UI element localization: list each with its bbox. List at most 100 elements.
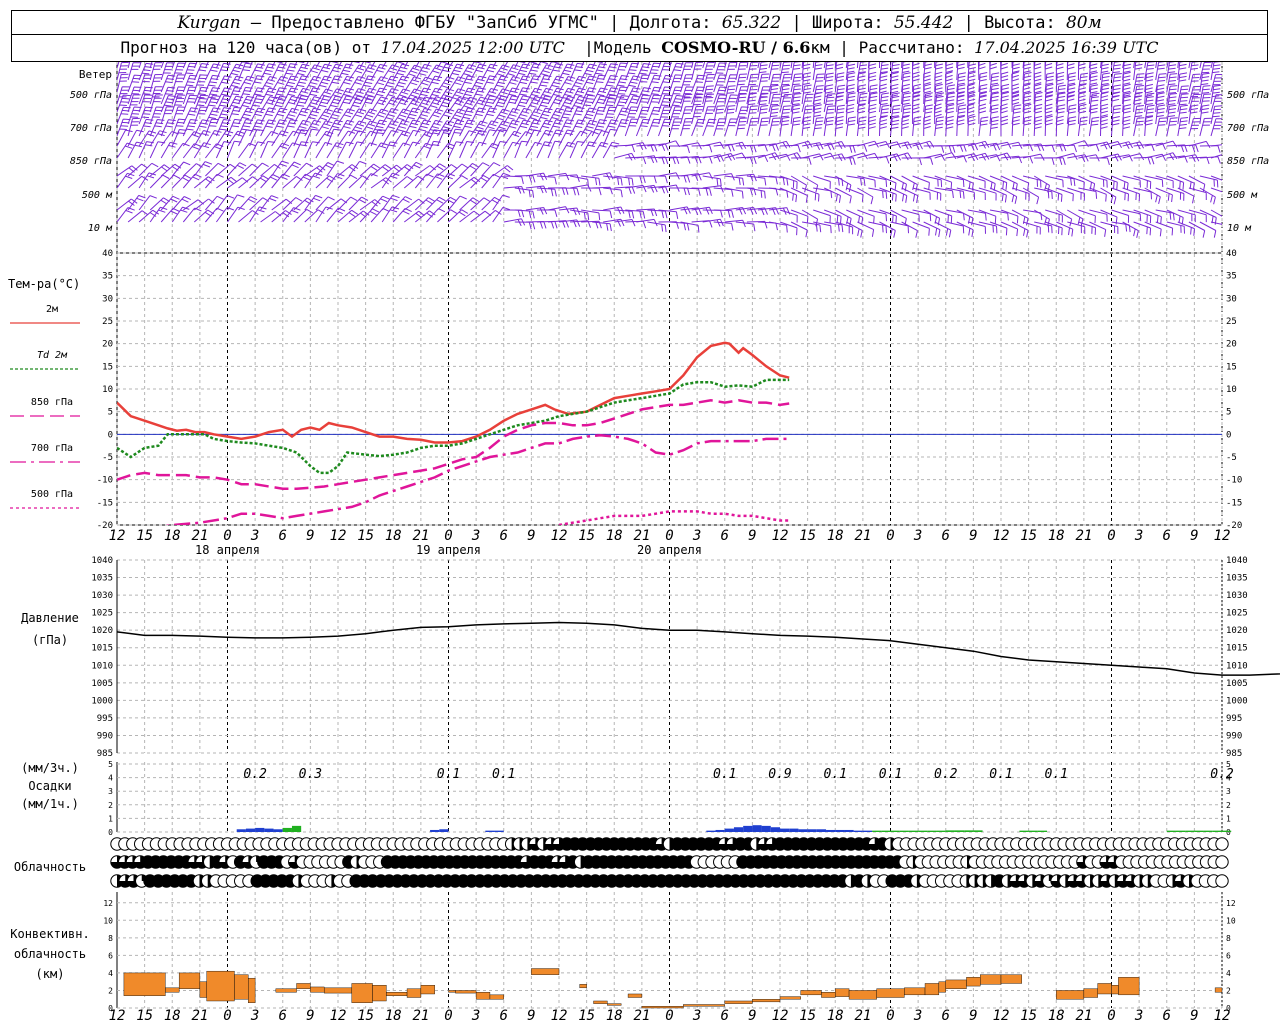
precip-bar bbox=[853, 830, 863, 832]
conv-block bbox=[1118, 977, 1140, 996]
conv-tick-left: 6 bbox=[108, 951, 113, 960]
wind-barb bbox=[1111, 209, 1130, 223]
wind-barb bbox=[558, 141, 576, 159]
temp-tick-left: 20 bbox=[102, 340, 113, 350]
wind-barb bbox=[204, 63, 221, 81]
temp-x-tick: 6 bbox=[1163, 528, 1171, 544]
temp-tick-right: 30 bbox=[1226, 294, 1237, 304]
bottom-x-tick: 6 bbox=[279, 1008, 287, 1024]
wind-barb bbox=[448, 175, 469, 189]
wind-barb bbox=[713, 62, 717, 69]
press-tick-right: 1010 bbox=[1226, 661, 1248, 671]
temp-tick-left: 35 bbox=[102, 272, 113, 282]
wind-barb bbox=[1210, 175, 1222, 181]
wind-barb bbox=[171, 62, 186, 81]
bottom-x-tick: 9 bbox=[527, 1008, 535, 1024]
wind-barb bbox=[1022, 116, 1032, 137]
conv-tick-left: 2 bbox=[108, 986, 113, 995]
wind-barb bbox=[1144, 187, 1161, 205]
conv-block bbox=[178, 972, 201, 989]
wind-barb bbox=[1066, 116, 1077, 137]
wind-barb bbox=[260, 163, 281, 177]
conv-tick-right: 12 bbox=[1226, 899, 1236, 908]
conv-block bbox=[924, 983, 940, 996]
wind-barb bbox=[149, 174, 170, 189]
conv-block bbox=[310, 986, 325, 993]
bottom-x-tick: 12 bbox=[109, 1008, 126, 1024]
wind-barb bbox=[1210, 144, 1222, 147]
wind-barb bbox=[414, 142, 433, 159]
wind-barb bbox=[326, 207, 346, 223]
wind-barb bbox=[1067, 140, 1089, 148]
precip-tick-left: 2 bbox=[108, 801, 113, 810]
press-tick-right: 995 bbox=[1226, 714, 1242, 724]
wind-barb bbox=[481, 196, 501, 211]
temp-tick-right: 10 bbox=[1226, 385, 1237, 395]
wind-barb bbox=[348, 120, 366, 137]
wind-barb bbox=[525, 62, 537, 69]
wind-barb bbox=[138, 209, 160, 223]
wind-barb bbox=[326, 119, 343, 137]
precip-amount-label: 0.1 bbox=[989, 767, 1012, 782]
precip-amount-label: 0.2 bbox=[243, 767, 267, 782]
wind-barb bbox=[581, 209, 601, 221]
wind-barb bbox=[956, 187, 975, 200]
temp-x-tick: 3 bbox=[471, 528, 480, 544]
precip-bar bbox=[770, 827, 780, 832]
wind-barb bbox=[680, 74, 694, 93]
bottom-x-tick: 6 bbox=[942, 1008, 950, 1024]
wind-barb bbox=[138, 195, 157, 211]
bottom-x-tick: 18 bbox=[606, 1008, 623, 1024]
wind-barb bbox=[624, 118, 639, 137]
precip-bar bbox=[724, 828, 734, 832]
wind-barb bbox=[956, 115, 965, 137]
wind-barb bbox=[182, 107, 199, 125]
precip-bar bbox=[264, 828, 274, 832]
pressure-title: Давление bbox=[21, 611, 79, 625]
wind-barb bbox=[846, 144, 868, 152]
precip-bar bbox=[881, 830, 891, 832]
wind-barb bbox=[603, 218, 625, 227]
wind-barb bbox=[691, 187, 712, 196]
wind-barb bbox=[945, 144, 967, 152]
temp-x-tick: 18 bbox=[606, 528, 623, 544]
wind-barb bbox=[359, 199, 381, 211]
wind-barb bbox=[205, 143, 224, 159]
wind-barb bbox=[282, 175, 303, 189]
temp-x-tick: 3 bbox=[692, 528, 701, 544]
wind-barb bbox=[581, 187, 602, 196]
wind-barb bbox=[282, 107, 299, 125]
wind-barb bbox=[801, 116, 812, 137]
conv-block bbox=[372, 985, 387, 1002]
precip-bar bbox=[954, 830, 965, 832]
wind-barb bbox=[834, 116, 844, 137]
precip-bar bbox=[494, 830, 504, 832]
wind-barb bbox=[1011, 221, 1029, 238]
wind-barb bbox=[1089, 157, 1110, 166]
bottom-x-tick: 15 bbox=[578, 1008, 595, 1024]
temp-x-tick: 12 bbox=[993, 528, 1010, 544]
cloud-icon bbox=[1215, 874, 1229, 888]
press-tick-right: 1005 bbox=[1226, 679, 1248, 689]
bottom-x-tick: 15 bbox=[357, 1008, 374, 1024]
wind-barb bbox=[1133, 156, 1155, 165]
wind-barb bbox=[901, 187, 919, 203]
temp-series-1 bbox=[117, 378, 790, 475]
temp-x-tick: 0 bbox=[665, 528, 673, 544]
conv-block bbox=[593, 1000, 608, 1004]
temp-tick-right: 40 bbox=[1226, 249, 1237, 259]
precip-bar bbox=[945, 830, 955, 832]
wind-barb bbox=[249, 162, 269, 177]
bottom-x-tick: 6 bbox=[721, 1008, 729, 1024]
wind-barb bbox=[1199, 187, 1216, 205]
wind-barb bbox=[680, 221, 700, 233]
conv-block bbox=[876, 988, 905, 998]
temp-tick-left: -10 bbox=[97, 476, 113, 486]
wind-barb bbox=[945, 115, 954, 137]
wind-barb bbox=[403, 119, 420, 137]
wind-barb bbox=[636, 184, 658, 193]
temp-tick-left: 25 bbox=[102, 317, 113, 327]
conv-block bbox=[248, 977, 256, 1003]
wind-barb bbox=[436, 120, 455, 137]
precip-bar bbox=[733, 827, 744, 832]
